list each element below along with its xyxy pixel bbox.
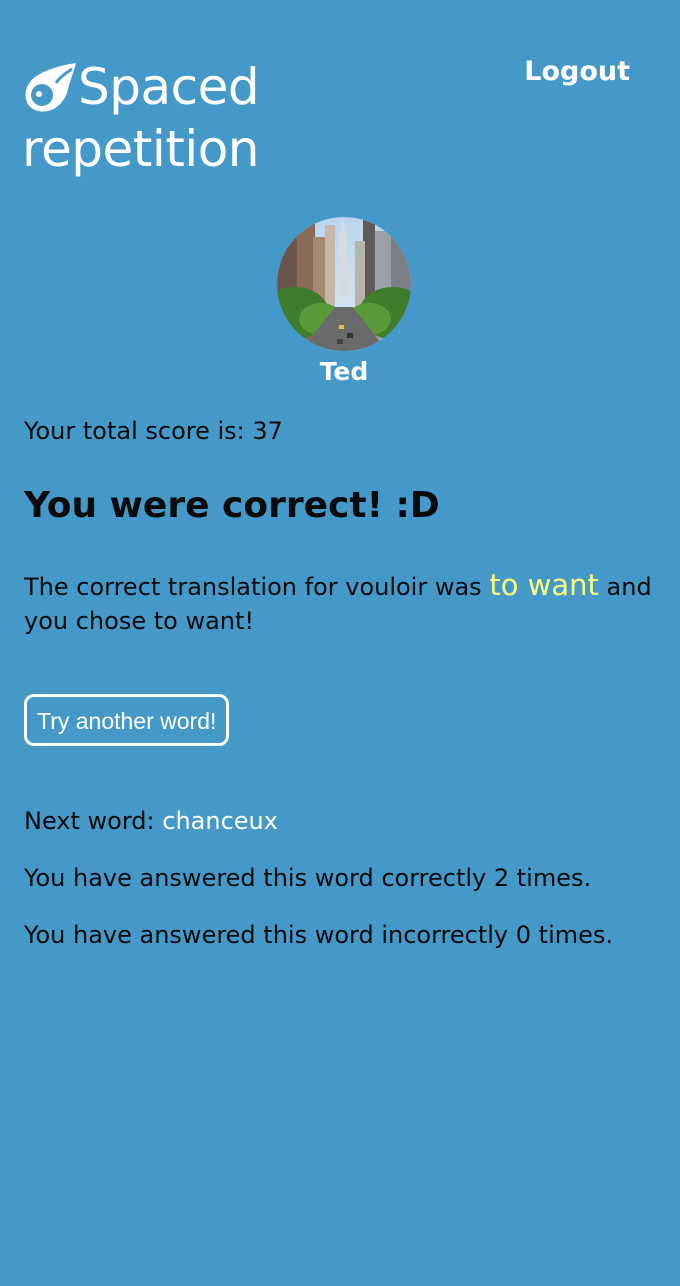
total-score: Your total score is: 37 (24, 417, 283, 445)
logo-text-line1: Spaced (78, 58, 260, 116)
comet-icon (22, 59, 78, 115)
next-word: Next word: chanceux (24, 804, 664, 838)
next-word-value: chanceux (162, 807, 278, 835)
avatar (277, 217, 411, 351)
header: Spaced repetition Logout (0, 0, 680, 200)
app-logo[interactable]: Spaced repetition (22, 56, 260, 180)
logo-text-line2: repetition (22, 120, 260, 178)
correct-answer: to want (489, 568, 599, 602)
try-another-word-button[interactable]: Try another word! (24, 694, 230, 746)
profile-section: Ted (0, 217, 680, 386)
next-word-label: Next word: (24, 807, 155, 835)
correct-count: You have answered this word correctly 2 … (24, 864, 592, 892)
username: Ted (319, 357, 369, 386)
translation-prefix: The correct translation for vouloir was (24, 573, 482, 601)
translation-feedback: The correct translation for vouloir was … (24, 568, 664, 638)
result-heading: You were correct! :D (24, 485, 440, 526)
main-content: Your total score is: 37 You were correct… (24, 414, 664, 952)
incorrect-count: You have answered this word incorrectly … (24, 921, 614, 949)
logout-link[interactable]: Logout (524, 56, 630, 87)
